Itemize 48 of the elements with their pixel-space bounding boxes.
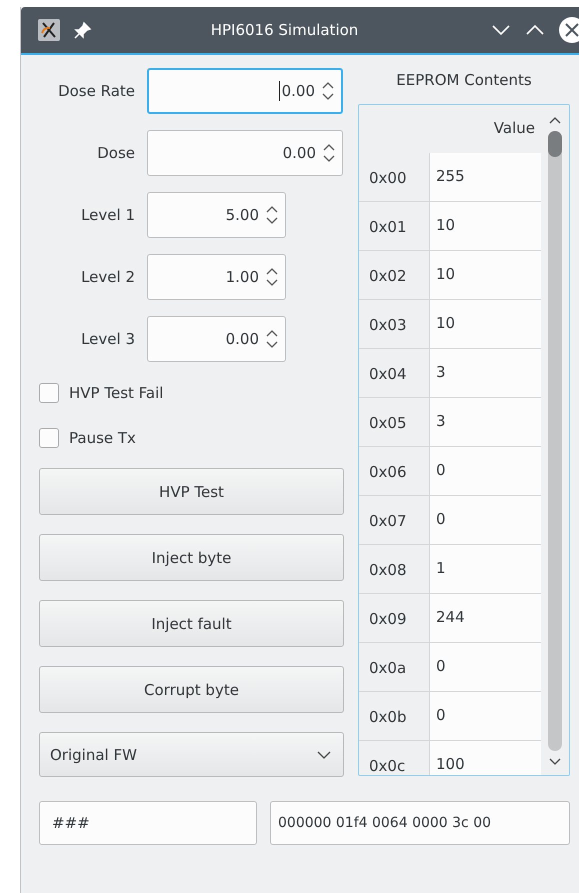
app-icon[interactable] [38,19,60,41]
action-button[interactable]: Inject fault [39,600,344,647]
field-label: Dose [96,144,135,162]
spin-box[interactable]: 0.00 [147,68,343,114]
action-button[interactable]: Inject byte [39,534,344,581]
table-cell[interactable]: 10 [429,202,542,251]
pin-icon[interactable] [74,21,92,39]
checkbox[interactable] [39,428,59,448]
table-cell[interactable]: 10 [429,300,542,349]
table-cell[interactable]: 0 [429,692,542,741]
scrollbar[interactable] [541,105,569,775]
scrollbar-thumb[interactable] [548,131,562,157]
table-cell[interactable]: 255 [429,153,542,202]
spin-box[interactable]: 0.00 [147,130,343,176]
chevron-down-icon [317,750,331,760]
table-cell[interactable]: 1 [429,545,542,594]
minimize-icon[interactable] [491,23,511,37]
table-cell[interactable]: 10 [429,251,542,300]
table-cell[interactable]: 0 [429,643,542,692]
close-icon[interactable] [559,17,579,43]
spin-box[interactable]: 1.00 [147,254,286,300]
spin-box[interactable]: 5.00 [147,192,286,238]
table-cell[interactable]: 100 [429,741,542,775]
field-label: Level 1 [80,206,135,224]
text-field[interactable]: 000000 01f4 0064 0000 3c 00 [270,801,570,845]
scroll-down-icon[interactable] [548,757,562,767]
table-cell[interactable]: 244 [429,594,542,643]
firmware-dropdown[interactable]: Original FW [39,732,344,777]
field-label: Level 3 [80,330,135,348]
table-cell[interactable]: 3 [429,398,542,447]
text-field[interactable]: ### [39,801,257,845]
table-cell[interactable]: 3 [429,349,542,398]
checkbox-label: HVP Test Fail [69,384,164,402]
field-label: Dose Rate [57,82,135,100]
scrollbar-track[interactable] [548,131,562,751]
checkbox-label: Pause Tx [69,429,136,447]
spin-box[interactable]: 0.00 [147,316,286,362]
window-title: HPI6016 Simulation [210,21,360,39]
field-label: Level 2 [80,268,135,286]
maximize-icon[interactable] [525,23,545,37]
action-button[interactable]: HVP Test [39,468,344,515]
table-cell[interactable]: 0 [429,496,542,545]
scroll-up-icon[interactable] [548,115,562,125]
eeprom-title: EEPROM Contents [395,70,533,91]
column-header[interactable]: Value [429,105,541,153]
checkbox[interactable] [39,383,59,403]
table-cell[interactable]: 0 [429,447,542,496]
action-button[interactable]: Corrupt byte [39,666,344,713]
